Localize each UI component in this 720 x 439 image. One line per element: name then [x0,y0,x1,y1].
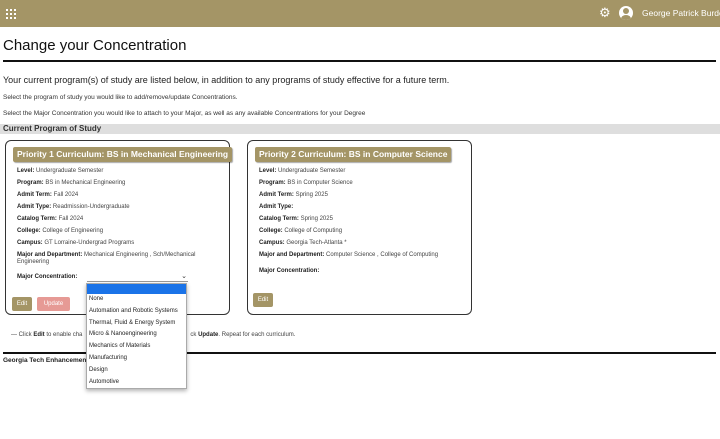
field-major-department: Major and Department: Computer Science ,… [259,252,439,258]
field-admit-term: Admit Term: Fall 2024 [17,192,79,198]
edit-button[interactable]: Edit [253,293,273,307]
dropdown-option[interactable]: Thermal, Fluid & Energy System [87,318,186,330]
intro-text: Your current program(s) of study are lis… [3,75,450,85]
instruction-2: Select the Major Concentration you would… [3,110,366,117]
field-college: College: College of Computing [259,228,343,234]
field-campus: Campus: GT Lorraine-Undergrad Programs [17,240,135,246]
dropdown-option[interactable]: Mechanics of Materials [87,341,186,353]
field-admit-type: Admit Type: [259,204,294,210]
dropdown-option[interactable]: Micro & Nanoengineering [87,329,186,341]
field-level: Level: Undergraduate Semester [259,168,346,174]
field-catalog-term: Catalog Term: Spring 2025 [259,216,333,222]
field-admit-term: Admit Term: Spring 2025 [259,192,328,198]
field-campus: Campus: Georgia Tech-Atlanta * [259,240,347,246]
field-level: Level: Undergraduate Semester [17,168,104,174]
dropdown-option[interactable]: None [87,294,186,306]
chevron-down-icon: ⌄ [181,273,187,280]
dropdown-option-blank[interactable] [87,284,186,294]
dropdown-option[interactable]: Automation and Robotic Systems [87,306,186,318]
grid-icon[interactable] [6,9,16,19]
edit-button[interactable]: Edit [12,297,32,311]
enhancement-title: Georgia Tech Enhancement [3,357,89,364]
top-bar: ⚙ George Patrick Burdell [0,0,720,27]
gear-icon[interactable]: ⚙ [599,5,611,21]
card-header: Priority 2 Curriculum: BS in Computer Sc… [255,147,452,162]
dropdown-option[interactable]: Design [87,365,186,377]
field-catalog-term: Catalog Term: Fall 2024 [17,216,84,222]
dropdown-option[interactable]: Manufacturing [87,353,186,365]
page-title: Change your Concentration [3,37,187,54]
curriculum-card-2: Priority 2 Curriculum: BS in Computer Sc… [247,140,472,315]
field-major-concentration: Major Concentration: [259,268,320,274]
field-program: Program: BS in Computer Science [259,180,353,186]
update-button[interactable]: Update [37,297,70,311]
user-avatar-icon[interactable] [619,6,633,20]
card-header: Priority 1 Curriculum: BS in Mechanical … [13,147,233,162]
username[interactable]: George Patrick Burdell [642,8,720,18]
field-major-concentration: Major Concentration: [17,274,78,280]
major-concentration-select[interactable]: ⌄ [87,273,188,282]
dropdown-option[interactable]: Automotive [87,377,186,389]
field-program: Program: BS in Mechanical Engineering [17,180,126,186]
field-college: College: College of Engineering [17,228,104,234]
title-divider [3,60,716,62]
field-admit-type: Admit Type: Readmission-Undergraduate [17,204,130,210]
section-header: Current Program of Study [0,124,720,134]
instruction-1: Select the program of study you would li… [3,94,238,101]
concentration-dropdown-list[interactable]: None Automation and Robotic Systems Ther… [86,283,187,389]
field-major-department: Major and Department: Mechanical Enginee… [17,252,196,265]
section-title: Current Program of Study [3,124,102,133]
